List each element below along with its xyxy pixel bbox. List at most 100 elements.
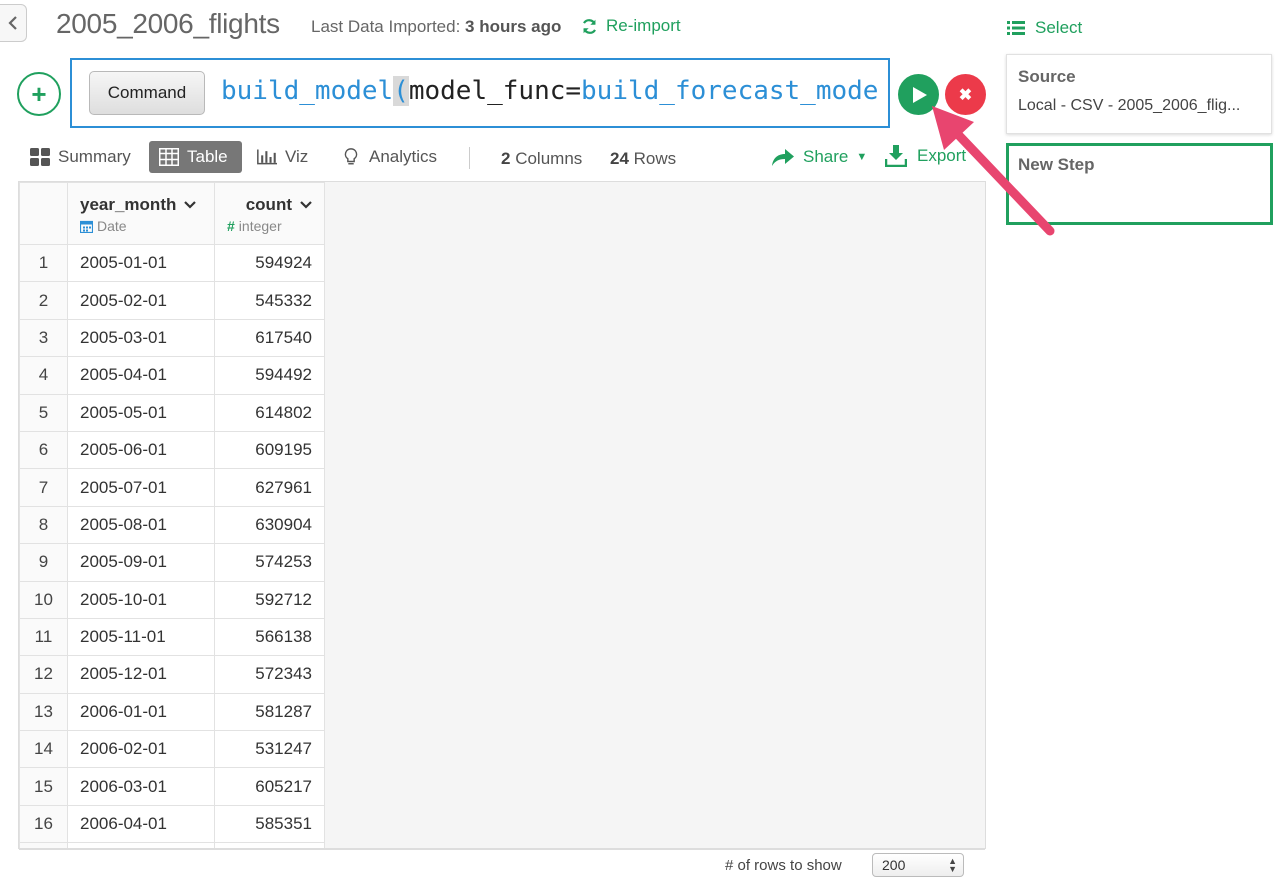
row-number: 15 — [19, 767, 68, 806]
cell-year-month[interactable]: 2005-06-01 — [67, 430, 215, 470]
grid-footer: # of rows to show 200 ▲ ▼ — [19, 849, 985, 879]
row-number: 6 — [19, 430, 68, 470]
column-name-label: count — [245, 195, 292, 214]
rows-label: Rows — [633, 149, 677, 168]
tab-summary[interactable]: Summary — [20, 141, 141, 173]
chevron-down-icon[interactable] — [184, 201, 197, 209]
cell-count[interactable]: 609195 — [214, 430, 325, 470]
column-type: Date — [80, 218, 202, 234]
back-button[interactable] — [0, 4, 27, 42]
cell-year-month[interactable]: 2005-03-01 — [67, 318, 215, 358]
column-header-count[interactable]: count # integer — [214, 182, 325, 245]
tab-analytics[interactable]: Analytics — [331, 141, 447, 173]
tab-analytics-label: Analytics — [369, 147, 438, 166]
column-header-year-month[interactable]: year_month Date — [67, 182, 215, 245]
row-number: 13 — [19, 692, 68, 732]
cell-year-month[interactable]: 2006-03-01 — [67, 767, 215, 806]
cell-year-month[interactable]: 2006-04-01 — [67, 804, 215, 844]
data-table: year_month Date count # integer 1 2005-0… — [19, 182, 325, 848]
cell-year-month[interactable]: 2005-08-01 — [67, 505, 215, 545]
cell-year-month[interactable]: 2006-02-01 — [67, 730, 215, 769]
cell-year-month[interactable]: 2006-01-01 — [67, 692, 215, 732]
command-mode-button[interactable]: Command — [89, 71, 205, 115]
row-number: 11 — [19, 617, 68, 657]
data-grid[interactable]: year_month Date count # integer 1 2005-0… — [18, 181, 986, 849]
plus-icon: + — [31, 78, 47, 109]
cell-count[interactable]: 592712 — [214, 580, 325, 619]
source-step-card[interactable]: Source Local - CSV - 2005_2006_flig... — [1006, 54, 1272, 134]
rows-to-show-select[interactable]: 200 ▲ ▼ — [872, 853, 964, 877]
cell-count[interactable]: 594492 — [214, 356, 325, 395]
row-number: 1 — [19, 243, 68, 283]
run-button[interactable] — [898, 74, 939, 115]
table-row: 10 2005-10-01 592712 — [19, 580, 325, 619]
tab-viz[interactable]: Viz — [247, 141, 318, 173]
table-row: 12 2005-12-01 572343 — [19, 655, 325, 694]
cell-count[interactable]: 581287 — [214, 692, 325, 732]
new-step-card[interactable]: New Step — [1006, 143, 1273, 225]
add-step-button[interactable]: + — [17, 72, 61, 116]
select-link[interactable]: Select — [1007, 18, 1082, 38]
table-row: 9 2005-09-01 574253 — [19, 543, 325, 582]
row-number-header — [19, 182, 68, 245]
column-type-label: integer — [238, 218, 282, 234]
cell-count[interactable]: 630904 — [214, 505, 325, 545]
source-title: Source — [1018, 67, 1076, 86]
stepper-icon: ▲ ▼ — [948, 856, 957, 874]
code-function: build_model — [221, 76, 394, 106]
cell-year-month[interactable]: 2005-02-01 — [67, 281, 215, 320]
tab-viz-label: Viz — [285, 147, 309, 166]
cell-year-month[interactable]: 2005-04-01 — [67, 356, 215, 395]
source-value: Local - CSV - 2005_2006_flig... — [1018, 97, 1241, 114]
rows-count: 24 — [610, 149, 629, 168]
rows-to-show-value: 200 — [882, 857, 906, 873]
tab-table-label: Table — [187, 147, 228, 166]
export-button[interactable]: Export — [885, 145, 966, 167]
rows-to-show-label: # of rows to show — [725, 857, 842, 874]
command-code[interactable]: build_model(model_func=build_forecast_mo… — [221, 76, 878, 106]
cell-count[interactable]: 572343 — [214, 655, 325, 694]
share-icon — [772, 149, 794, 166]
cell-count[interactable]: 614802 — [214, 393, 325, 432]
row-number: 16 — [19, 804, 68, 844]
cell-year-month[interactable]: 2005-10-01 — [67, 580, 215, 619]
summary-icon — [30, 148, 50, 166]
command-input[interactable]: Command build_model(model_func=build_for… — [70, 58, 890, 128]
cell-year-month[interactable]: 2005-12-01 — [67, 655, 215, 694]
cell-count[interactable]: 574253 — [214, 543, 325, 582]
play-icon — [913, 86, 927, 103]
cell-count[interactable]: 566138 — [214, 617, 325, 657]
cell-count[interactable]: 531247 — [214, 730, 325, 769]
row-number: 4 — [19, 356, 68, 395]
cancel-button[interactable]: ✖ — [945, 74, 986, 115]
lightbulb-icon — [344, 148, 358, 165]
cell-count[interactable]: 605217 — [214, 767, 325, 806]
last-imported-value: 3 hours ago — [465, 17, 562, 36]
cell-year-month[interactable]: 2005-05-01 — [67, 393, 215, 432]
cell-count[interactable]: 545332 — [214, 281, 325, 320]
cell-count[interactable]: 594924 — [214, 243, 325, 283]
cell-year-month[interactable]: 2005-09-01 — [67, 543, 215, 582]
cell-count[interactable]: 617540 — [214, 318, 325, 358]
toolbar-divider — [469, 147, 470, 169]
chevron-down-icon[interactable] — [300, 201, 312, 209]
new-step-title: New Step — [1018, 155, 1095, 174]
cell-year-month[interactable]: 2005-11-01 — [67, 617, 215, 657]
table-row: 1 2005-01-01 594924 — [19, 243, 325, 283]
refresh-icon — [583, 18, 596, 34]
table-row: 3 2005-03-01 617540 — [19, 318, 325, 358]
caret-down-icon: ▼ — [856, 151, 868, 163]
row-number: 14 — [19, 730, 68, 769]
table-row: 16 2006-04-01 585351 — [19, 804, 325, 844]
export-label: Export — [917, 146, 967, 165]
table-row: 13 2006-01-01 581287 — [19, 692, 325, 732]
tab-table[interactable]: Table — [149, 141, 242, 173]
column-name-label: year_month — [80, 195, 177, 214]
share-button[interactable]: Share ▼ — [771, 147, 867, 167]
cell-year-month[interactable]: 2005-07-01 — [67, 468, 215, 507]
reimport-link[interactable]: Re-import — [581, 16, 681, 36]
cell-count[interactable]: 627961 — [214, 468, 325, 507]
list-icon — [1007, 21, 1025, 35]
cell-count[interactable]: 585351 — [214, 804, 325, 844]
cell-year-month[interactable]: 2005-01-01 — [67, 243, 215, 283]
